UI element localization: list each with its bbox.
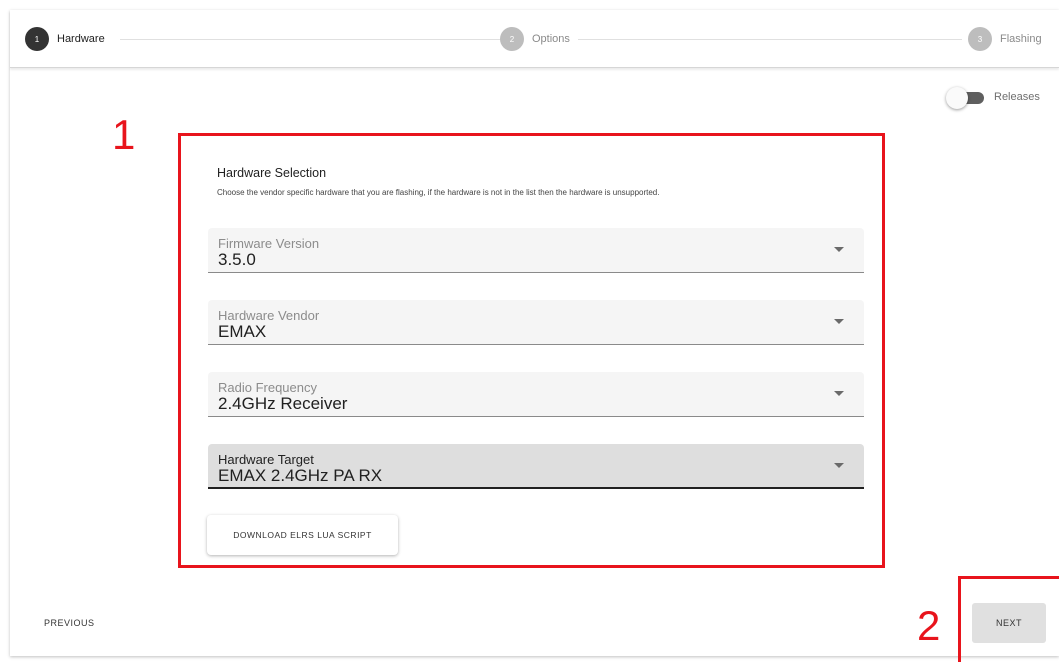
hardware-target-select[interactable]: Hardware Target EMAX 2.4GHz PA RX (208, 444, 864, 489)
select-label: Radio Frequency (218, 380, 317, 395)
section-title: Hardware Selection (217, 166, 327, 180)
step-options[interactable]: 2 Options (500, 27, 570, 51)
firmware-version-select[interactable]: Firmware Version 3.5.0 (208, 228, 864, 273)
step-number: 3 (968, 27, 992, 51)
step-number: 2 (500, 27, 524, 51)
stepper: 1 Hardware 2 Options 3 Flashing (10, 10, 1059, 68)
hardware-vendor-select[interactable]: Hardware Vendor EMAX (208, 300, 864, 345)
select-value: EMAX (218, 322, 267, 341)
stepper-connector (120, 39, 503, 40)
step-label: Hardware (57, 33, 105, 45)
previous-button[interactable]: PREVIOUS (44, 618, 95, 628)
dropdown-arrow-icon (834, 463, 844, 468)
dropdown-arrow-icon (834, 247, 844, 252)
step-label: Flashing (1000, 33, 1042, 45)
select-value: 3.5.0 (218, 250, 256, 269)
select-label: Hardware Target (218, 452, 314, 467)
step-label: Options (532, 33, 570, 45)
step-number: 1 (25, 27, 49, 51)
toggle-thumb[interactable] (946, 87, 968, 109)
select-label: Hardware Vendor (218, 308, 320, 323)
releases-toggle[interactable]: Releases (946, 87, 1042, 109)
dropdown-arrow-icon (834, 391, 844, 396)
select-value: EMAX 2.4GHz PA RX (218, 466, 383, 485)
next-button[interactable]: NEXT (972, 603, 1046, 643)
select-label: Firmware Version (218, 236, 320, 251)
stepper-connector (578, 39, 962, 40)
annotation-number-1: 1 (112, 111, 136, 158)
radio-frequency-select[interactable]: Radio Frequency 2.4GHz Receiver (208, 372, 864, 417)
annotation-number-2: 2 (917, 602, 941, 649)
download-lua-script-button[interactable]: DOWNLOAD ELRS LUA SCRIPT (207, 515, 398, 555)
step-hardware[interactable]: 1 Hardware (25, 27, 105, 51)
toggle-label: Releases (994, 91, 1040, 103)
select-value: 2.4GHz Receiver (218, 394, 348, 413)
annotation-highlight-box (178, 133, 885, 568)
section-description: Choose the vendor specific hardware that… (217, 188, 660, 197)
step-flashing[interactable]: 3 Flashing (968, 27, 1042, 51)
dropdown-arrow-icon (834, 319, 844, 324)
